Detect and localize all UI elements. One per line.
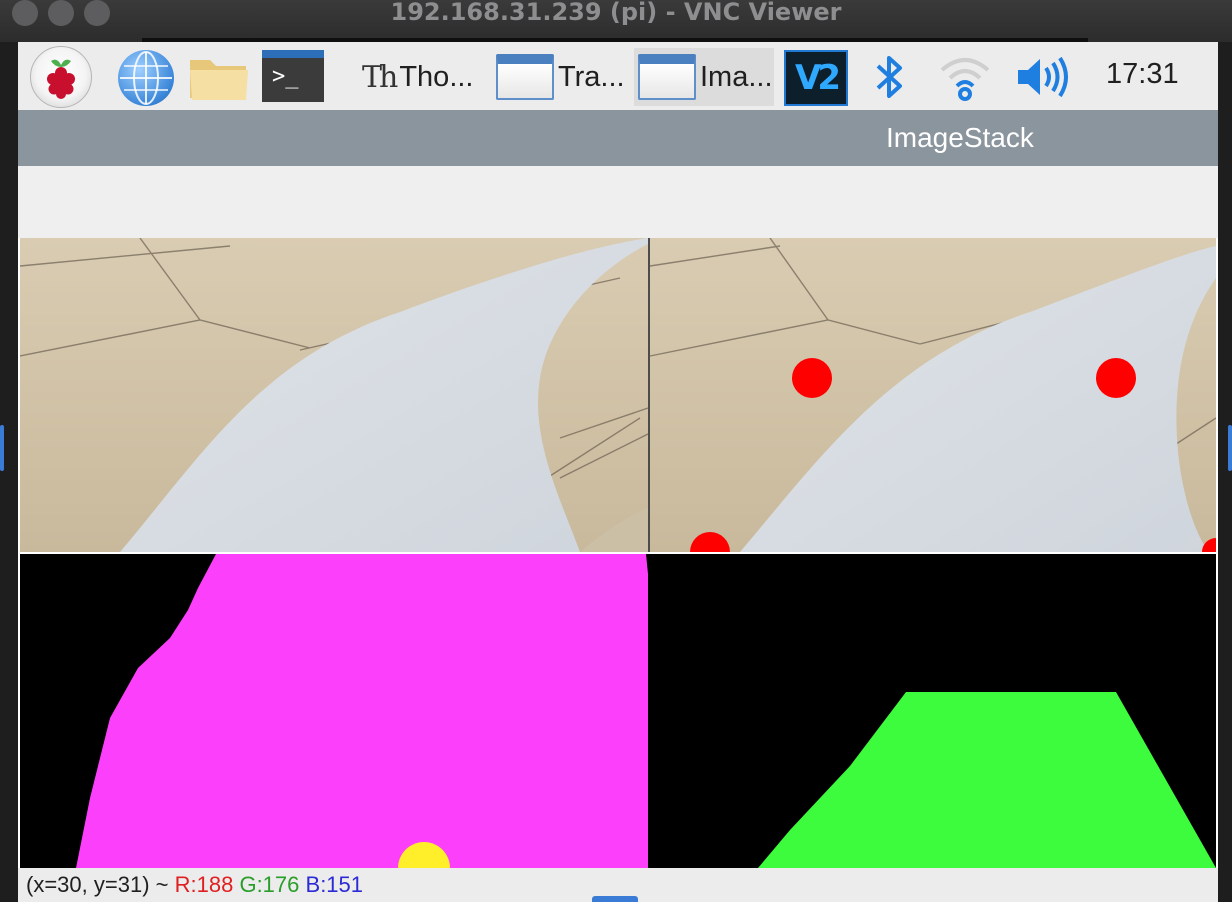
terminal-icon[interactable]: >_	[262, 50, 324, 102]
volume-icon[interactable]	[1014, 54, 1072, 100]
task-label: Tho...	[399, 60, 474, 93]
window-icon	[638, 54, 696, 100]
wifi-icon[interactable]	[938, 52, 992, 102]
task-thonny[interactable]: Th Tho...	[356, 48, 490, 106]
task-label: Ima...	[700, 60, 773, 93]
pixel-green-value: G:176	[239, 872, 300, 897]
taskbar-clock: 17:31	[1106, 58, 1179, 90]
left-edge-handle[interactable]	[0, 425, 4, 471]
vnc-server-icon[interactable]: V2	[784, 50, 848, 106]
warp-point	[792, 358, 832, 398]
imagestack-titlebar[interactable]: ImageStack	[18, 110, 1218, 166]
file-manager-icon[interactable]	[188, 52, 250, 102]
task-imagestack[interactable]: Ima...	[634, 48, 774, 106]
task-label: Tra...	[558, 60, 625, 93]
warp-point	[1096, 358, 1136, 398]
cursor-coordinates: (x=30, y=31) ~	[26, 872, 169, 897]
raspberry-menu-icon[interactable]	[30, 46, 92, 108]
task-trackbars[interactable]: Tra...	[492, 48, 632, 106]
image-stack-canvas[interactable]	[20, 238, 1216, 868]
pi-taskbar: >_ Th Tho... Tra... Ima... V2 17:31	[18, 42, 1218, 110]
imagestack-title: ImageStack	[886, 122, 1034, 153]
right-edge-handle[interactable]	[1228, 425, 1232, 471]
web-browser-icon[interactable]	[118, 50, 174, 106]
camera-frame-warp-points	[649, 238, 1216, 572]
pixel-red-value: R:188	[174, 872, 234, 897]
window-title: 192.168.31.239 (pi) - VNC Viewer	[390, 0, 842, 26]
camera-frame-original	[20, 238, 649, 552]
imagestack-toolbar	[18, 166, 1218, 238]
window-icon	[496, 54, 554, 100]
remote-desktop[interactable]: >_ Th Tho... Tra... Ima... V2 17:31 Imag…	[18, 42, 1218, 902]
thonny-icon: Th	[362, 59, 398, 95]
bluetooth-icon[interactable]	[872, 52, 906, 102]
bottom-edge-handle[interactable]	[592, 896, 638, 902]
warped-threshold-mask	[20, 554, 648, 868]
lane-fill-mask	[650, 554, 1216, 868]
pixel-blue-value: B:151	[305, 872, 364, 897]
vnc-viewer-titlebar: 192.168.31.239 (pi) - VNC Viewer	[0, 0, 1232, 42]
